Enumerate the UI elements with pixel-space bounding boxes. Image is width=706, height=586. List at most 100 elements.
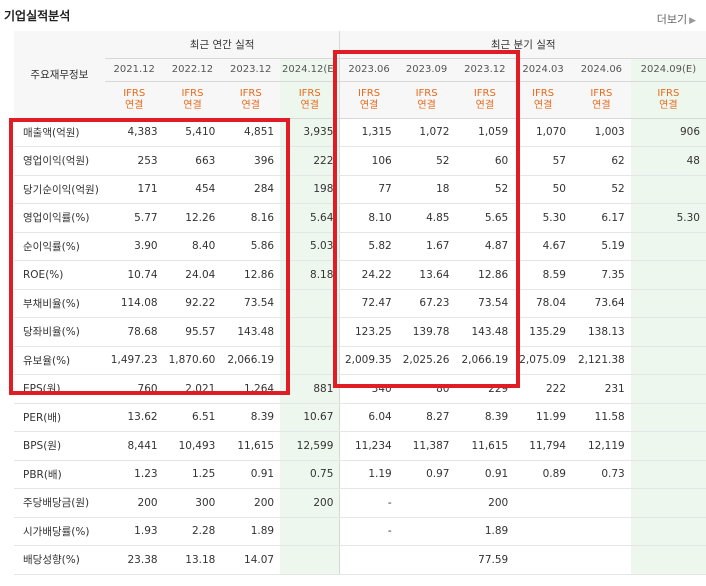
table-cell: 1,003 — [572, 118, 631, 147]
table-cell: 73.54 — [221, 289, 281, 318]
table-cell: 6.17 — [572, 203, 631, 233]
table-cell: 13.62 — [104, 403, 164, 432]
table-cell: 171 — [104, 175, 164, 204]
table-cell: 62 — [572, 146, 631, 176]
table-cell: 80 — [397, 374, 456, 404]
table-cell: 13.18 — [163, 545, 222, 575]
table-cell — [572, 545, 631, 575]
table-cell: 2.28 — [163, 517, 222, 546]
table-cell: 78.68 — [104, 317, 164, 347]
table-cell — [630, 175, 706, 204]
table-cell: 5.19 — [572, 232, 631, 261]
table-cell: 0.89 — [514, 460, 572, 489]
table-cell: 138.13 — [572, 317, 631, 347]
table-cell: 52 — [572, 175, 631, 204]
table-cell: 78.04 — [514, 289, 572, 318]
table-cell: 12.86 — [221, 260, 281, 290]
table-cell: 143.48 — [455, 317, 515, 347]
table-cell: 6.04 — [339, 403, 398, 432]
table-cell — [397, 517, 456, 546]
table-cell: 200 — [455, 488, 515, 518]
table-cell: 4,851 — [221, 118, 281, 147]
table-row: PBR(배) 1.23 1.25 0.91 0.75 1.19 0.97 0.91 0.89 0.… — [14, 460, 706, 489]
ifrs-consolidated: 연결 — [475, 99, 495, 111]
financial-summary-table: 주요재무정보 최근 연간 실적 최근 분기 실적 2021.12 2022.12 2… — [14, 31, 706, 575]
ifrs-label: IFRS 연결 — [514, 81, 572, 119]
table-cell: 10.67 — [280, 403, 340, 432]
table-cell: 3.90 — [104, 232, 164, 261]
table-cell: 200 — [280, 488, 340, 518]
ifrs-standard: IFRS — [415, 87, 438, 99]
table-cell — [630, 545, 706, 575]
table-cell: 135.29 — [514, 317, 572, 347]
table-cell — [630, 374, 706, 404]
table-cell — [339, 545, 398, 575]
table-cell — [572, 517, 631, 546]
table-cell: 1,497.23 — [104, 346, 164, 375]
table-cell: 8.39 — [455, 403, 515, 432]
table-cell: 1.25 — [163, 460, 222, 489]
table-cell: 5.86 — [221, 232, 281, 261]
table-cell: 8.27 — [397, 403, 456, 432]
table-cell: 8.39 — [221, 403, 281, 432]
period-header: 2024.06 — [572, 58, 631, 82]
table-cell: 2,066.19 — [455, 346, 515, 375]
row-label: PER(배) — [14, 403, 105, 432]
table-cell: 3,935 — [280, 118, 340, 147]
table-row: 부채비율(%) 114.08 92.22 73.54 72.47 67.23 73.54 78… — [14, 289, 706, 318]
ifrs-standard: IFRS — [181, 87, 204, 99]
table-row: 유보율(%) 1,497.23 1,870.60 2,066.19 2,009.35 2,… — [14, 346, 706, 375]
period-header: 2023.09 — [397, 58, 456, 82]
row-label: 영업이익(억원) — [14, 146, 105, 176]
table-cell: 60 — [455, 146, 515, 176]
row-label: 배당성향(%) — [14, 545, 105, 575]
table-cell: 4.85 — [397, 203, 456, 233]
table-row: 매출액(억원) 4,383 5,410 4,851 3,935 1,315 1,072 1,0… — [14, 118, 706, 147]
period-header: 2024.03 — [514, 58, 572, 82]
ifrs-standard: IFRS — [123, 87, 146, 99]
table-cell — [514, 488, 572, 518]
table-cell: 123.25 — [339, 317, 398, 347]
table-row: 배당성향(%) 23.38 13.18 14.07 77.59 — [14, 545, 706, 575]
table-cell: 52 — [455, 175, 515, 204]
table-cell: 11.58 — [572, 403, 631, 432]
table-cell: 2,066.19 — [221, 346, 281, 375]
table-cell: 1,059 — [455, 118, 515, 147]
chevron-right-icon: ▶ — [689, 16, 696, 26]
table-cell: 73.54 — [455, 289, 515, 318]
table-row: 시가배당률(%) 1.93 2.28 1.89-1.89 — [14, 517, 706, 546]
table-cell: - — [339, 517, 398, 546]
ifrs-label: IFRS 연결 — [104, 81, 164, 119]
table-cell: 229 — [455, 374, 515, 404]
table-row: BPS(원) 8,441 10,493 11,615 12,599 11,234 11,38… — [14, 431, 706, 461]
table-cell — [572, 488, 631, 518]
more-link[interactable]: 더보기 ▶ — [657, 11, 696, 27]
table-cell: 0.97 — [397, 460, 456, 489]
table-cell: 0.91 — [221, 460, 281, 489]
ifrs-consolidated: 연결 — [659, 99, 678, 111]
table-cell: 2,025.26 — [397, 346, 456, 375]
table-cell: 340 — [339, 374, 398, 404]
table-cell: 8.59 — [514, 260, 572, 290]
table-row: EPS(원) 760 2,021 1,264 881 340 80 229 222 231 — [14, 374, 706, 404]
row-label: 매출액(억원) — [14, 118, 105, 147]
ifrs-label: IFRS 연결 — [163, 81, 222, 119]
table-cell: 4.87 — [455, 232, 515, 261]
table-cell: 222 — [280, 146, 340, 176]
table-cell: 5.64 — [280, 203, 340, 233]
table-cell: 92.22 — [163, 289, 222, 318]
ifrs-consolidated: 연결 — [183, 99, 202, 111]
ifrs-consolidated: 연결 — [417, 99, 436, 111]
table-cell: 95.57 — [163, 317, 222, 347]
ifrs-standard: IFRS — [358, 87, 381, 99]
table-cell: 198 — [280, 175, 340, 204]
table-cell: 11.99 — [514, 403, 572, 432]
table-cell: 1.19 — [339, 460, 398, 489]
table-cell — [397, 488, 456, 518]
period-header: 2023.12 — [221, 58, 281, 82]
table-cell: 12.26 — [163, 203, 222, 233]
table-cell: 5.82 — [339, 232, 398, 261]
annual-header: 최근 연간 실적 — [104, 31, 340, 59]
table-cell: 12,599 — [280, 431, 340, 461]
ifrs-label: IFRS 연결 — [280, 81, 340, 119]
